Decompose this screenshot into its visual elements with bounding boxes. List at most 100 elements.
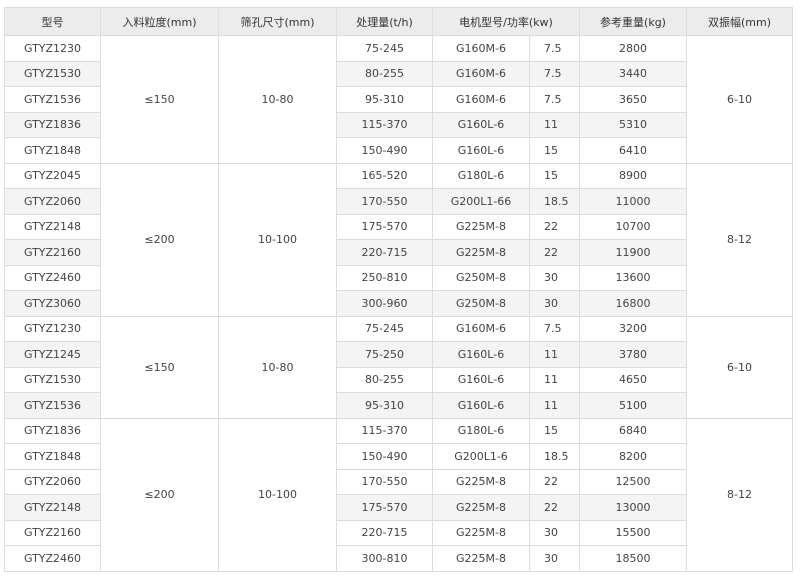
cell-capacity: 300-960 — [336, 290, 433, 317]
cell-screen-hole: 10-80 — [218, 35, 337, 164]
cell-motor-power: 22 — [529, 494, 580, 521]
cell-model: GTYZ1530 — [4, 60, 101, 87]
cell-model: GTYZ2148 — [4, 494, 101, 521]
cell-capacity: 80-255 — [336, 366, 433, 393]
table-body: GTYZ1230 ≤150 10-80 75-245 G160M-6 7.5 2800 6-1… — [4, 35, 793, 572]
cell-motor-power: 11 — [529, 366, 580, 393]
cell-motor-power: 11 — [529, 392, 580, 419]
cell-model: GTYZ2060 — [4, 188, 101, 215]
cell-model: GTYZ3060 — [4, 290, 101, 317]
header-model: 型号 — [4, 7, 101, 36]
cell-capacity: 75-245 — [336, 315, 433, 342]
cell-model: GTYZ1536 — [4, 392, 101, 419]
cell-feed-size: ≤150 — [100, 35, 219, 164]
cell-feed-size: ≤150 — [100, 315, 219, 419]
cell-model: GTYZ2045 — [4, 162, 101, 189]
cell-motor-model: G250M-8 — [432, 264, 530, 291]
cell-motor-power: 30 — [529, 290, 580, 317]
cell-amplitude: 6-10 — [686, 35, 793, 164]
cell-feed-size: ≤200 — [100, 417, 219, 572]
cell-motor-power: 30 — [529, 519, 580, 546]
cell-weight: 3440 — [579, 60, 687, 87]
cell-weight: 3650 — [579, 86, 687, 113]
header-weight: 参考重量(kg) — [579, 7, 687, 36]
cell-weight: 11000 — [579, 188, 687, 215]
cell-motor-model: G250M-8 — [432, 290, 530, 317]
cell-weight: 6840 — [579, 417, 687, 444]
cell-weight: 11900 — [579, 239, 687, 266]
cell-motor-model: G160M-6 — [432, 35, 530, 62]
header-amplitude: 双振幅(mm) — [686, 7, 793, 36]
header-screen-hole: 筛孔尺寸(mm) — [218, 7, 337, 36]
cell-motor-model: G225M-8 — [432, 494, 530, 521]
cell-model: GTYZ2460 — [4, 264, 101, 291]
cell-model: GTYZ1245 — [4, 341, 101, 368]
cell-weight: 13000 — [579, 494, 687, 521]
cell-motor-model: G200L1-6 — [432, 443, 530, 470]
spec-table: 型号 入料粒度(mm) 筛孔尺寸(mm) 处理量(t/h) 电机型号/功率(kw… — [4, 7, 793, 572]
cell-motor-power: 15 — [529, 417, 580, 444]
cell-weight: 5100 — [579, 392, 687, 419]
cell-feed-size: ≤200 — [100, 162, 219, 317]
cell-capacity: 150-490 — [336, 137, 433, 164]
cell-model: GTYZ2060 — [4, 468, 101, 495]
cell-screen-hole: 10-100 — [218, 417, 337, 572]
cell-motor-model: G160M-6 — [432, 315, 530, 342]
cell-weight: 16800 — [579, 290, 687, 317]
cell-motor-model: G225M-8 — [432, 239, 530, 266]
cell-capacity: 170-550 — [336, 468, 433, 495]
cell-weight: 2800 — [579, 35, 687, 62]
cell-model: GTYZ1836 — [4, 111, 101, 138]
cell-weight: 15500 — [579, 519, 687, 546]
cell-motor-power: 7.5 — [529, 315, 580, 342]
table-row: GTYZ2045 ≤200 10-100 165-520 G180L-6 15 8900 8-… — [4, 162, 793, 317]
cell-capacity: 75-245 — [336, 35, 433, 62]
cell-motor-model: G160L-6 — [432, 366, 530, 393]
cell-motor-model: G160M-6 — [432, 60, 530, 87]
cell-capacity: 175-570 — [336, 494, 433, 521]
cell-weight: 6410 — [579, 137, 687, 164]
cell-motor-power: 7.5 — [529, 60, 580, 87]
cell-weight: 8200 — [579, 443, 687, 470]
cell-motor-model: G160L-6 — [432, 111, 530, 138]
cell-model: GTYZ1230 — [4, 315, 101, 342]
cell-motor-power: 11 — [529, 111, 580, 138]
header-motor: 电机型号/功率(kw) — [432, 7, 580, 36]
cell-screen-hole: 10-100 — [218, 162, 337, 317]
cell-motor-model: G180L-6 — [432, 417, 530, 444]
cell-amplitude: 6-10 — [686, 315, 793, 419]
header-feed-size: 入料粒度(mm) — [100, 7, 219, 36]
cell-motor-model: G225M-8 — [432, 545, 530, 572]
cell-motor-model: G225M-8 — [432, 519, 530, 546]
cell-weight: 4650 — [579, 366, 687, 393]
cell-capacity: 300-810 — [336, 545, 433, 572]
cell-capacity: 250-810 — [336, 264, 433, 291]
cell-model: GTYZ2160 — [4, 239, 101, 266]
cell-motor-power: 18.5 — [529, 188, 580, 215]
cell-weight: 10700 — [579, 213, 687, 240]
cell-model: GTYZ2160 — [4, 519, 101, 546]
cell-motor-model: G160L-6 — [432, 341, 530, 368]
cell-motor-power: 7.5 — [529, 35, 580, 62]
cell-capacity: 150-490 — [336, 443, 433, 470]
header-capacity: 处理量(t/h) — [336, 7, 433, 36]
cell-capacity: 165-520 — [336, 162, 433, 189]
cell-model: GTYZ1536 — [4, 86, 101, 113]
cell-amplitude: 8-12 — [686, 162, 793, 317]
cell-capacity: 115-370 — [336, 111, 433, 138]
cell-model: GTYZ1530 — [4, 366, 101, 393]
cell-capacity: 80-255 — [336, 60, 433, 87]
cell-weight: 12500 — [579, 468, 687, 495]
cell-model: GTYZ2148 — [4, 213, 101, 240]
cell-motor-power: 7.5 — [529, 86, 580, 113]
cell-capacity: 170-550 — [336, 188, 433, 215]
cell-motor-power: 15 — [529, 137, 580, 164]
cell-capacity: 95-310 — [336, 392, 433, 419]
cell-amplitude: 8-12 — [686, 417, 793, 572]
cell-motor-power: 18.5 — [529, 443, 580, 470]
cell-motor-model: G225M-8 — [432, 213, 530, 240]
cell-weight: 3780 — [579, 341, 687, 368]
header-row: 型号 入料粒度(mm) 筛孔尺寸(mm) 处理量(t/h) 电机型号/功率(kw… — [4, 7, 793, 36]
cell-model: GTYZ1230 — [4, 35, 101, 62]
cell-model: GTYZ1836 — [4, 417, 101, 444]
